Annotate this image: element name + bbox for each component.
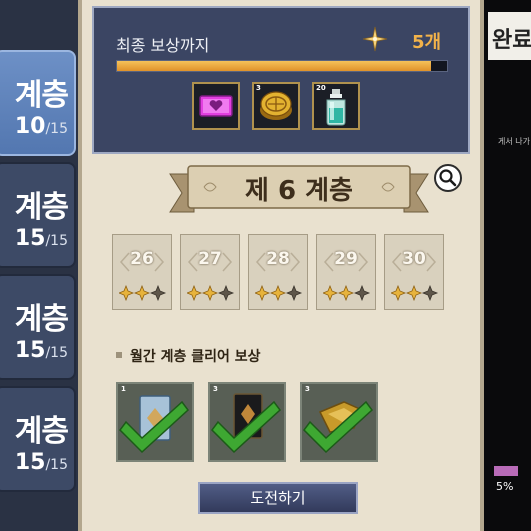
floor-item-label: 계층 xyxy=(14,414,69,449)
monthly-reward-title: 월간 계층 클리어 보상 xyxy=(130,349,261,365)
star-filled-icon xyxy=(133,285,151,301)
background-notice-fragment: 게서 나가 xyxy=(498,137,530,146)
final-reward-progress-fill xyxy=(117,61,431,71)
item-quantity: 3 xyxy=(256,84,261,92)
pink-gem-icon xyxy=(199,95,233,117)
item-quantity: 3 xyxy=(213,385,218,393)
stage-stars xyxy=(187,285,235,301)
floor-list: 계층 10/15 계층 15/15 계층 15/15 계층 15/15 xyxy=(0,0,90,531)
final-reward-item[interactable] xyxy=(192,82,240,130)
final-reward-progress-bar xyxy=(116,60,448,72)
stage-card[interactable]: 29 xyxy=(316,234,376,310)
background-window: 완료 게서 나가 5% xyxy=(484,0,531,531)
star-filled-icon xyxy=(323,285,339,301)
item-quantity: 3 xyxy=(305,385,310,393)
floor-item-progress: 15/15 xyxy=(15,450,68,475)
floor-item-label: 계층 xyxy=(14,78,69,113)
star-empty-icon xyxy=(149,285,167,301)
floor-item-label: 계층 xyxy=(14,190,69,225)
stage-number: 29 xyxy=(334,249,358,269)
dark-card-icon xyxy=(211,393,282,454)
floor-list-item[interactable]: 계층 15/15 xyxy=(0,386,76,492)
stage-card[interactable]: 27 xyxy=(180,234,240,310)
gold-ore-icon xyxy=(303,400,374,454)
floor-list-item[interactable]: 계층 15/15 xyxy=(0,274,76,380)
floor-list-item[interactable]: 계층 10/15 xyxy=(0,50,76,156)
stage-number: 26 xyxy=(130,249,154,269)
challenge-button[interactable]: 도전하기 xyxy=(198,482,358,514)
monthly-reward-item[interactable]: 3 xyxy=(300,382,378,462)
floor-title: 제 6 계층 xyxy=(245,176,353,206)
floor-item-total: /15 xyxy=(45,121,68,137)
background-percent: 5% xyxy=(496,480,514,493)
stage-number: 30 xyxy=(402,249,426,269)
floor-banner: 제 6 계층 xyxy=(164,162,434,218)
section-bullet xyxy=(116,352,122,358)
stage-stars xyxy=(119,285,167,301)
floor-item-cleared: 10 xyxy=(14,114,46,139)
final-reward-remaining: 5개 xyxy=(412,32,442,53)
floor-item-total: /15 xyxy=(45,345,68,361)
stage-stars xyxy=(255,285,303,301)
stage-stars xyxy=(323,285,371,301)
stage-card[interactable]: 30 xyxy=(384,234,444,310)
stage-card[interactable]: 28 xyxy=(248,234,308,310)
floor-item-progress: 10/15 xyxy=(15,114,68,139)
floor-item-cleared: 15 xyxy=(14,226,46,251)
star-filled-icon xyxy=(201,285,219,301)
final-reward-header: 최종 보상까지 5개 3 20 xyxy=(92,6,470,154)
floor-item-total: /15 xyxy=(45,233,68,249)
floor-list-item[interactable]: 계층 15/15 xyxy=(0,162,76,268)
star-filled-icon xyxy=(337,285,355,301)
blue-card-icon xyxy=(119,395,190,454)
star-empty-icon xyxy=(353,285,371,301)
floor-item-cleared: 15 xyxy=(14,338,46,363)
star-filled-icon xyxy=(405,285,423,301)
final-reward-item[interactable]: 20 xyxy=(312,82,360,130)
floor-item-label: 계층 xyxy=(14,302,69,337)
background-card: 완료 xyxy=(488,12,531,60)
final-reward-title: 최종 보상까지 xyxy=(116,36,210,55)
floor-panel: 최종 보상까지 5개 3 20 제 6 계층 26 27 28 29 30 월간… xyxy=(78,0,484,531)
final-reward-item[interactable]: 3 xyxy=(252,82,300,130)
monthly-reward-item[interactable]: 3 xyxy=(208,382,286,462)
magnifier-icon xyxy=(439,169,457,187)
stage-stars xyxy=(391,285,439,301)
floor-item-total: /15 xyxy=(45,457,68,473)
star-empty-icon xyxy=(285,285,303,301)
star-empty-icon xyxy=(421,285,439,301)
sparkle-star-icon xyxy=(362,26,388,52)
stage-card[interactable]: 26 xyxy=(112,234,172,310)
floor-item-progress: 15/15 xyxy=(15,226,68,251)
floor-item-progress: 15/15 xyxy=(15,338,68,363)
monthly-reward-item[interactable]: 1 xyxy=(116,382,194,462)
background-mini-bar xyxy=(494,466,518,476)
item-quantity: 20 xyxy=(316,84,326,92)
stage-number: 28 xyxy=(266,249,290,269)
background-title-fragment: 완료 xyxy=(492,28,531,53)
star-filled-icon xyxy=(391,285,407,301)
floor-item-cleared: 15 xyxy=(14,450,46,475)
item-quantity: 1 xyxy=(121,385,126,393)
star-empty-icon xyxy=(217,285,235,301)
star-filled-icon xyxy=(187,285,203,301)
star-filled-icon xyxy=(255,285,271,301)
stage-number: 27 xyxy=(198,249,222,269)
star-filled-icon xyxy=(119,285,135,301)
star-filled-icon xyxy=(269,285,287,301)
zoom-button[interactable] xyxy=(434,164,462,192)
